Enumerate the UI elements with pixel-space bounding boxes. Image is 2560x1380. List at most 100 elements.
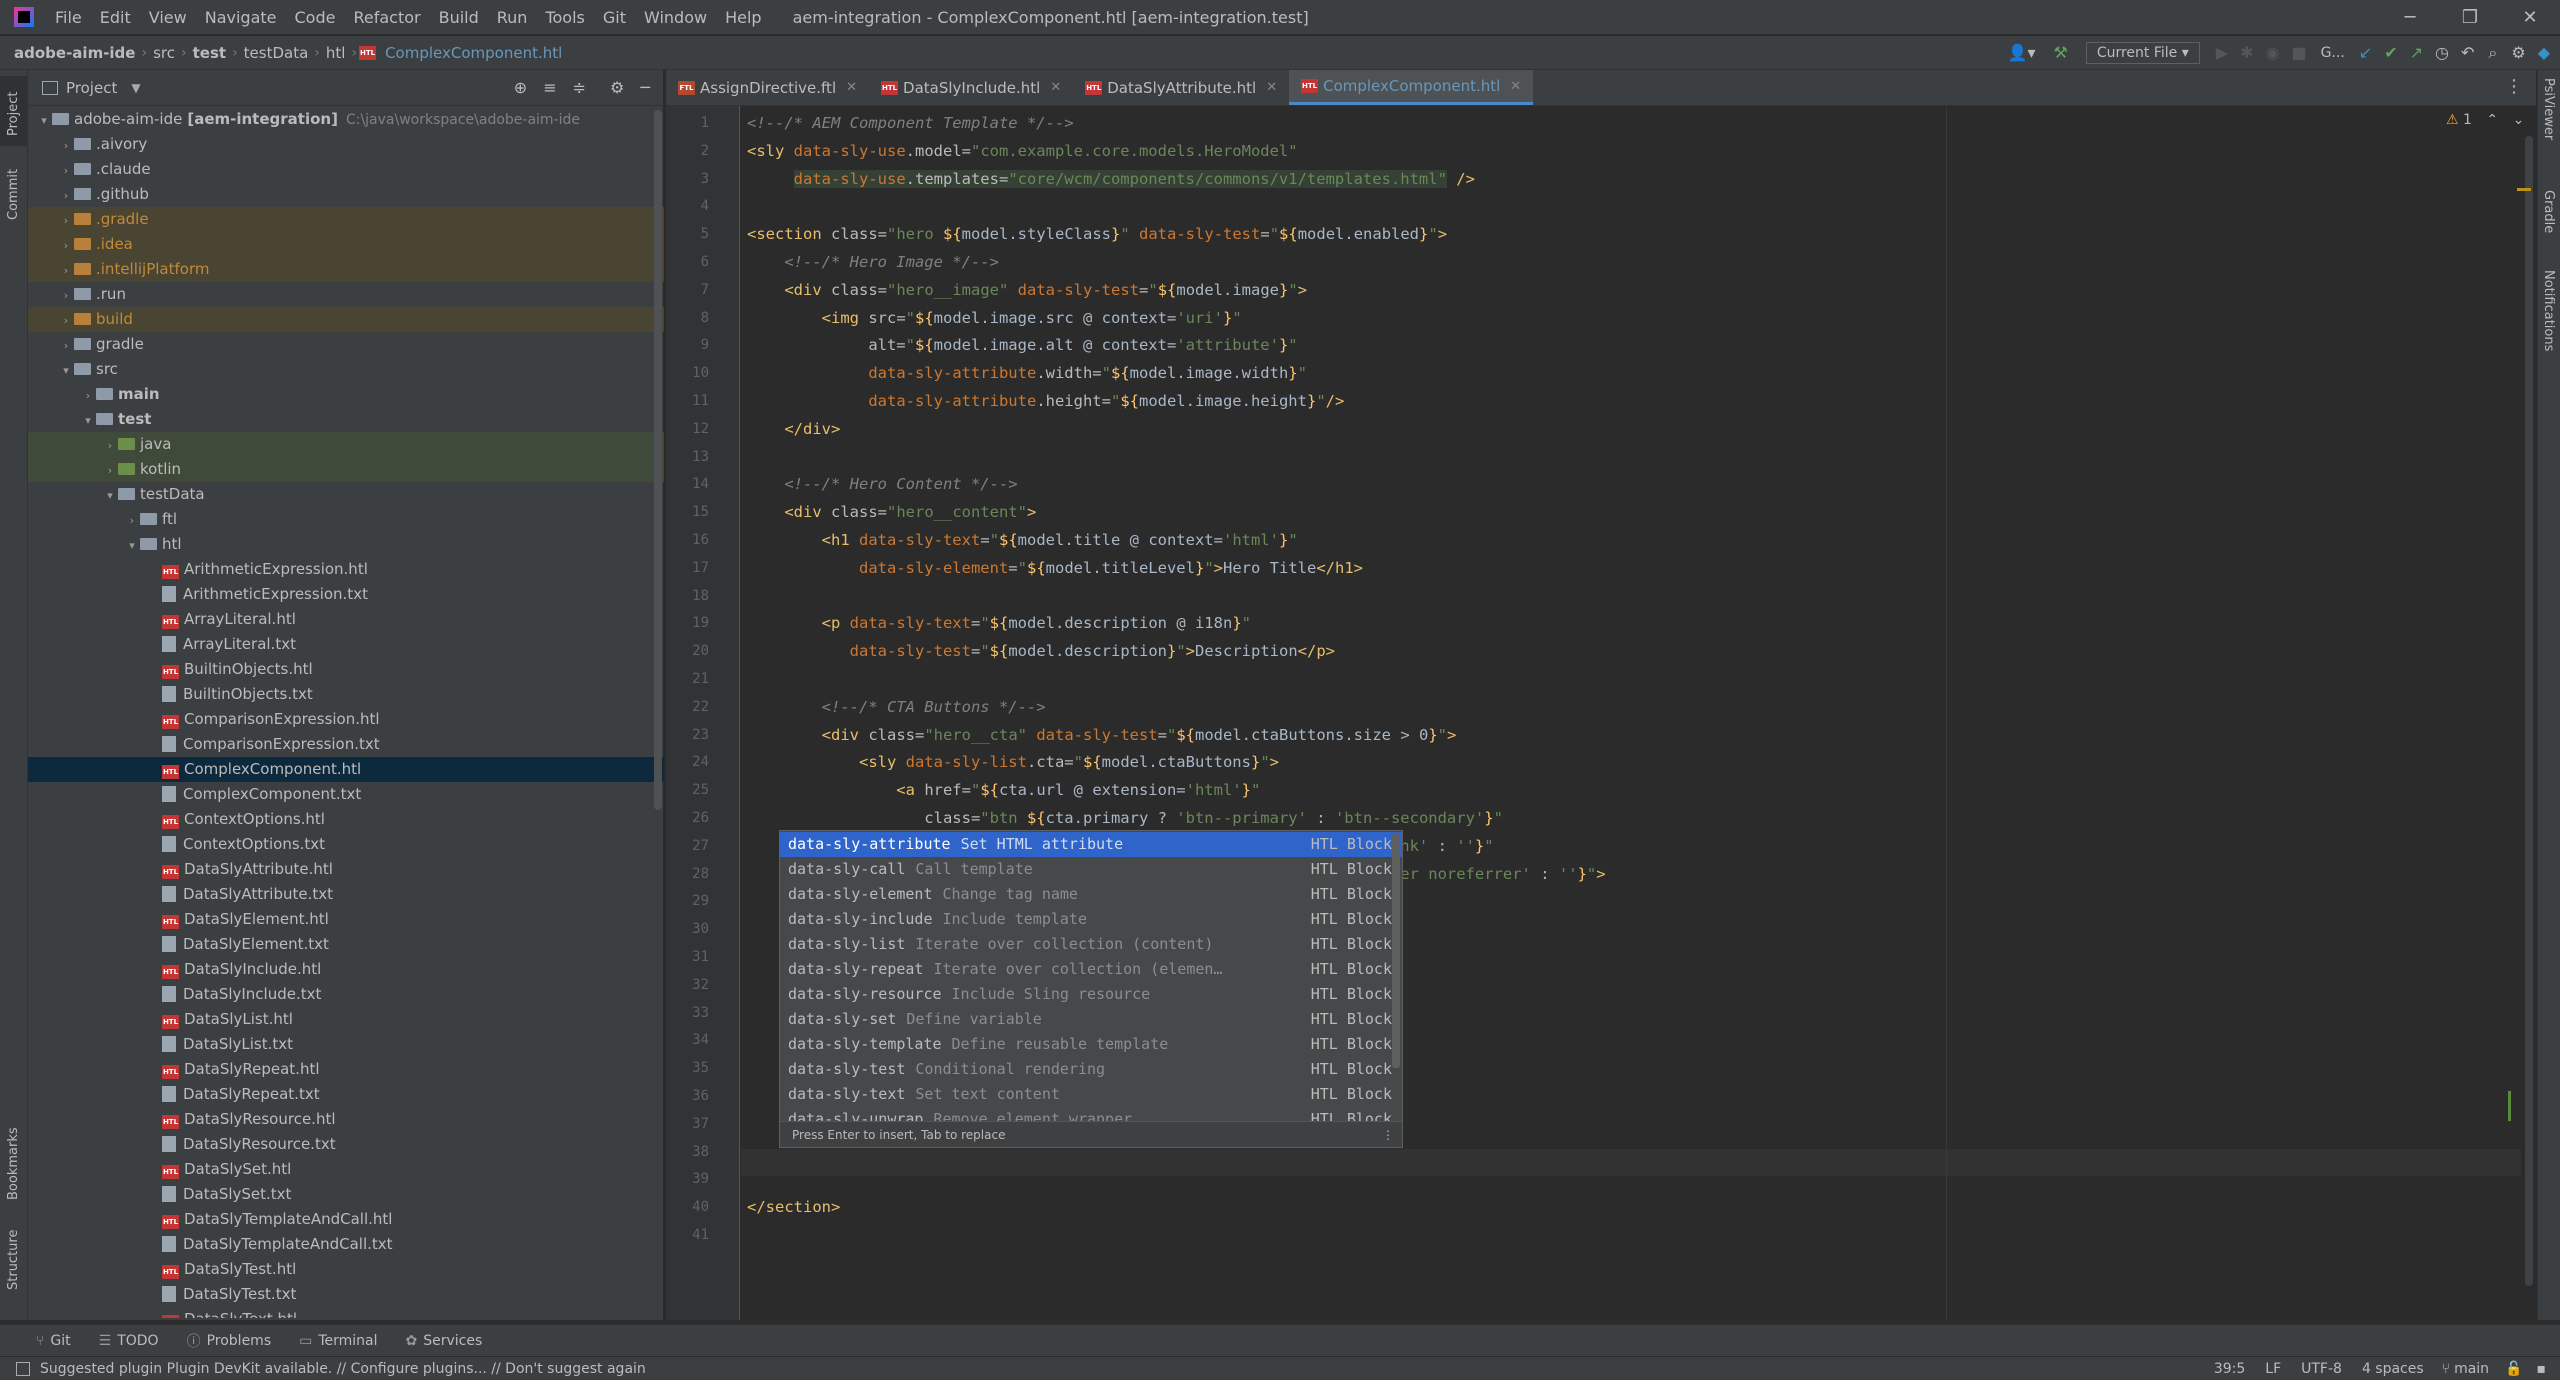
tree-item[interactable]: HTL DataSlyList.htl bbox=[28, 1007, 664, 1032]
tree-item[interactable]: ▾ testData bbox=[28, 482, 664, 507]
tree-item[interactable]: › .claude bbox=[28, 157, 664, 182]
tree-item[interactable]: HTL ArithmeticExpression.htl bbox=[28, 557, 664, 582]
menu-window[interactable]: Window bbox=[635, 8, 716, 27]
autocomplete-item[interactable]: data-sly-call Call template HTL Block bbox=[780, 857, 1402, 882]
git-push-icon[interactable]: ↗ bbox=[2404, 43, 2429, 62]
restore-button[interactable]: ❐ bbox=[2440, 7, 2500, 28]
menu-view[interactable]: View bbox=[140, 8, 196, 27]
expand-arrow-icon[interactable]: › bbox=[58, 183, 74, 208]
git-label[interactable]: G... bbox=[2313, 45, 2353, 61]
menu-navigate[interactable]: Navigate bbox=[196, 8, 286, 27]
menu-refactor[interactable]: Refactor bbox=[344, 8, 429, 27]
git-commit-icon[interactable]: ✔ bbox=[2378, 43, 2403, 62]
autocomplete-item[interactable]: data-sly-list Iterate over collection (co… bbox=[780, 932, 1402, 957]
tree-item[interactable]: HTL DataSlyElement.htl bbox=[28, 907, 664, 932]
close-window-button[interactable]: ✕ bbox=[2500, 7, 2560, 28]
autocomplete-item[interactable]: data-sly-element Change tag name HTL Block bbox=[780, 882, 1402, 907]
history-icon[interactable]: ◷ bbox=[2429, 43, 2455, 62]
tree-item[interactable]: DataSlyElement.txt bbox=[28, 932, 664, 957]
commit-tool-label[interactable]: Commit bbox=[6, 169, 21, 220]
expand-arrow-icon[interactable]: › bbox=[102, 433, 118, 458]
view-mode-dropdown-icon[interactable]: ▼ bbox=[131, 81, 140, 95]
tree-item[interactable]: HTL ContextOptions.htl bbox=[28, 807, 664, 832]
debug-icon[interactable]: ✱ bbox=[2234, 43, 2259, 62]
breadcrumb-item[interactable]: test bbox=[189, 44, 230, 62]
breadcrumb-item[interactable]: src bbox=[149, 44, 179, 62]
tree-item[interactable]: DataSlyInclude.txt bbox=[28, 982, 664, 1007]
editor-tab[interactable]: HTL DataSlyAttribute.htl ✕ bbox=[1073, 70, 1289, 105]
expand-arrow-icon[interactable]: › bbox=[58, 158, 74, 183]
tree-item[interactable]: HTL ComparisonExpression.htl bbox=[28, 707, 664, 732]
expand-arrow-icon[interactable]: › bbox=[58, 208, 74, 233]
autocomplete-item[interactable]: data-sly-set Define variable HTL Block bbox=[780, 1007, 1402, 1032]
git-branch[interactable]: main bbox=[2452, 1361, 2497, 1377]
editor-scrollbar[interactable] bbox=[2525, 136, 2533, 1286]
tree-scrollbar[interactable] bbox=[654, 110, 662, 810]
git-update-icon[interactable]: ↙ bbox=[2353, 43, 2378, 62]
tree-item[interactable]: HTL DataSlySet.htl bbox=[28, 1157, 664, 1182]
status-toggle-icon[interactable] bbox=[16, 1361, 30, 1376]
tree-item[interactable]: DataSlyRepeat.txt bbox=[28, 1082, 664, 1107]
expand-arrow-icon[interactable]: › bbox=[58, 283, 74, 308]
run-config-select[interactable]: Current File ▾ bbox=[2085, 41, 2200, 64]
menu-code[interactable]: Code bbox=[286, 8, 345, 27]
warning-stripe-mark[interactable] bbox=[2517, 188, 2531, 191]
tree-item[interactable]: DataSlyResource.txt bbox=[28, 1132, 664, 1157]
memory-indicator-icon[interactable]: ▪ bbox=[2531, 1361, 2560, 1377]
tree-item[interactable]: HTL ArrayLiteral.htl bbox=[28, 607, 664, 632]
editor-tab[interactable]: HTL DataSlyInclude.htl ✕ bbox=[869, 70, 1073, 105]
tree-item[interactable]: › .idea bbox=[28, 232, 664, 257]
coverage-icon[interactable]: ◉ bbox=[2259, 43, 2285, 62]
hide-panel-icon[interactable]: ─ bbox=[632, 78, 664, 97]
file-encoding[interactable]: UTF-8 bbox=[2291, 1361, 2352, 1377]
project-panel-title[interactable]: Project bbox=[66, 79, 117, 97]
rollback-icon[interactable]: ↶ bbox=[2455, 43, 2480, 62]
tool-window-todo[interactable]: ☰ TODO bbox=[85, 1333, 173, 1349]
autocomplete-item[interactable]: data-sly-resource Include Sling resource H… bbox=[780, 982, 1402, 1007]
collapse-arrow-icon[interactable]: ▾ bbox=[36, 108, 52, 133]
tree-item[interactable]: › build bbox=[28, 307, 664, 332]
tree-item[interactable]: ContextOptions.txt bbox=[28, 832, 664, 857]
close-tab-icon[interactable]: ✕ bbox=[1050, 80, 1061, 95]
change-stripe-mark[interactable] bbox=[2508, 1091, 2511, 1121]
tree-item[interactable]: DataSlyAttribute.txt bbox=[28, 882, 664, 907]
collapse-arrow-icon[interactable]: ▾ bbox=[124, 533, 140, 558]
expand-arrow-icon[interactable]: › bbox=[102, 458, 118, 483]
tree-item[interactable]: › gradle bbox=[28, 332, 664, 357]
breadcrumb-item[interactable]: ComplexComponent.htl bbox=[381, 44, 566, 62]
structure-tool-label[interactable]: Structure bbox=[6, 1230, 21, 1290]
collapse-arrow-icon[interactable]: ▾ bbox=[80, 408, 96, 433]
close-tab-icon[interactable]: ✕ bbox=[846, 80, 857, 95]
tool-window-terminal[interactable]: ▭ Terminal bbox=[285, 1333, 391, 1349]
menu-file[interactable]: File bbox=[46, 8, 91, 27]
expand-arrow-icon[interactable]: › bbox=[124, 508, 140, 533]
expand-arrow-icon[interactable]: › bbox=[58, 333, 74, 358]
tree-item[interactable]: HTL ComplexComponent.htl bbox=[28, 757, 664, 782]
autocomplete-options-icon[interactable]: ⋮ bbox=[1382, 1122, 1394, 1148]
user-icon[interactable]: 👤▾ bbox=[1998, 43, 2046, 62]
menu-run[interactable]: Run bbox=[488, 8, 537, 27]
tree-item[interactable]: HTL DataSlyResource.htl bbox=[28, 1107, 664, 1132]
close-tab-icon[interactable]: ✕ bbox=[1510, 79, 1521, 94]
tree-item[interactable]: HTL BuiltinObjects.htl bbox=[28, 657, 664, 682]
autocomplete-item[interactable]: data-sly-text Set text content HTL Block bbox=[780, 1082, 1402, 1107]
editor-tab[interactable]: HTL ComplexComponent.htl ✕ bbox=[1289, 70, 1534, 105]
tree-item[interactable]: › .intellijPlatform bbox=[28, 257, 664, 282]
breadcrumb-item[interactable]: adobe-aim-ide bbox=[10, 44, 139, 62]
expand-arrow-icon[interactable]: › bbox=[58, 258, 74, 283]
tree-item[interactable]: › java bbox=[28, 432, 664, 457]
tree-item[interactable]: ▾ adobe-aim-ide [aem-integration] C:\java\w… bbox=[28, 107, 664, 132]
project-tool-button[interactable]: Project bbox=[0, 76, 27, 146]
tree-item[interactable]: › .aivory bbox=[28, 132, 664, 157]
psiviewer-tool-label[interactable]: PsiViewer bbox=[2541, 78, 2556, 140]
tree-item[interactable]: › main bbox=[28, 382, 664, 407]
autocomplete-item[interactable]: data-sly-unwrap Remove element wrapper HTL… bbox=[780, 1107, 1402, 1121]
tree-item[interactable]: ArrayLiteral.txt bbox=[28, 632, 664, 657]
tree-item[interactable]: › .run bbox=[28, 282, 664, 307]
panel-options-gear-icon[interactable]: ⚙ bbox=[594, 78, 632, 97]
prev-highlight-icon[interactable]: ⌃ bbox=[2486, 112, 2498, 128]
indent-setting[interactable]: 4 spaces bbox=[2352, 1361, 2434, 1377]
tree-item[interactable]: DataSlyTemplateAndCall.txt bbox=[28, 1232, 664, 1257]
close-tab-icon[interactable]: ✕ bbox=[1266, 80, 1277, 95]
collapse-arrow-icon[interactable]: ▾ bbox=[58, 358, 74, 383]
